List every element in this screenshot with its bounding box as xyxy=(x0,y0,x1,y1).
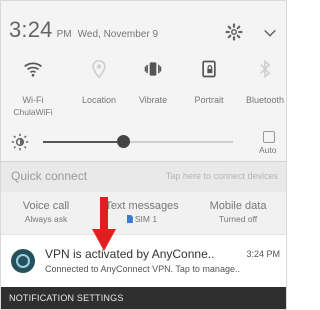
wifi-icon xyxy=(24,62,42,77)
notification-shade: 3:24 PM Wed, November 9 Wi-Fi ChulaWiFi … xyxy=(0,0,287,310)
tile-wifi-label: Wi-Fi xyxy=(22,95,44,105)
tile-wifi-network: ChulaWiFi xyxy=(13,107,53,117)
voice-call-option[interactable]: Voice call Always ask xyxy=(1,200,91,224)
quick-settings-tiles: Wi-Fi ChulaWiFi Location Vibrate Portrai… xyxy=(1,57,286,117)
tile-bluetooth-label: Bluetooth xyxy=(245,95,285,105)
mobile-data-subtitle: Turned off xyxy=(218,214,258,224)
notification-settings-button[interactable]: NOTIFICATION SETTINGS xyxy=(1,287,286,309)
tile-portrait-label: Portrait xyxy=(194,95,224,105)
auto-brightness-label: Auto xyxy=(259,145,277,155)
chevron-down-icon[interactable] xyxy=(262,25,278,41)
quick-connect-hint: Tap here to connect devices xyxy=(165,171,278,181)
quick-panel: 3:24 PM Wed, November 9 Wi-Fi ChulaWiFi … xyxy=(1,1,286,161)
red-arrow-annotation xyxy=(92,197,116,251)
text-messages-subtitle: SIM 1 xyxy=(134,214,158,224)
date-label[interactable]: Wed, November 9 xyxy=(78,29,158,40)
status-header: 3:24 PM Wed, November 9 xyxy=(9,17,158,43)
sim-options-row: Voice call Always ask Text messages SIM … xyxy=(1,192,286,234)
mobile-data-option[interactable]: Mobile data Turned off xyxy=(193,200,283,224)
notification-text: Connected to AnyConnect VPN. Tap to mana… xyxy=(45,264,240,274)
bluetooth-icon xyxy=(260,59,271,79)
location-icon xyxy=(92,59,106,79)
vibrate-icon xyxy=(144,62,162,76)
brightness-slider-handle[interactable] xyxy=(117,135,130,148)
quick-connect-bar[interactable]: Quick connect Tap here to connect device… xyxy=(1,161,286,193)
brightness-fill xyxy=(43,141,123,143)
portrait-lock-icon xyxy=(202,60,216,78)
quick-connect-title: Quick connect xyxy=(11,169,88,183)
sim-card-icon xyxy=(126,215,133,223)
notification-title: VPN is activated by AnyConne.. xyxy=(45,247,215,261)
brightness-icon xyxy=(11,133,29,151)
notification-time: 3:24 PM xyxy=(246,249,280,259)
auto-brightness-checkbox[interactable] xyxy=(263,131,275,143)
voice-call-subtitle: Always ask xyxy=(24,214,68,224)
clock-time: 3:24 xyxy=(9,17,53,42)
clock-ampm: PM xyxy=(56,29,72,40)
mobile-data-title: Mobile data xyxy=(209,200,267,212)
notification-settings-label: NOTIFICATION SETTINGS xyxy=(9,293,124,303)
brightness-row: Auto xyxy=(1,127,286,159)
voice-call-title: Voice call xyxy=(22,200,70,212)
gear-icon[interactable] xyxy=(225,23,243,41)
tile-vibrate-label: Vibrate xyxy=(138,95,168,105)
anyconnect-icon xyxy=(11,249,35,273)
tile-location-label: Location xyxy=(81,95,117,105)
vpn-notification[interactable]: VPN is activated by AnyConne.. 3:24 PM C… xyxy=(1,234,286,287)
